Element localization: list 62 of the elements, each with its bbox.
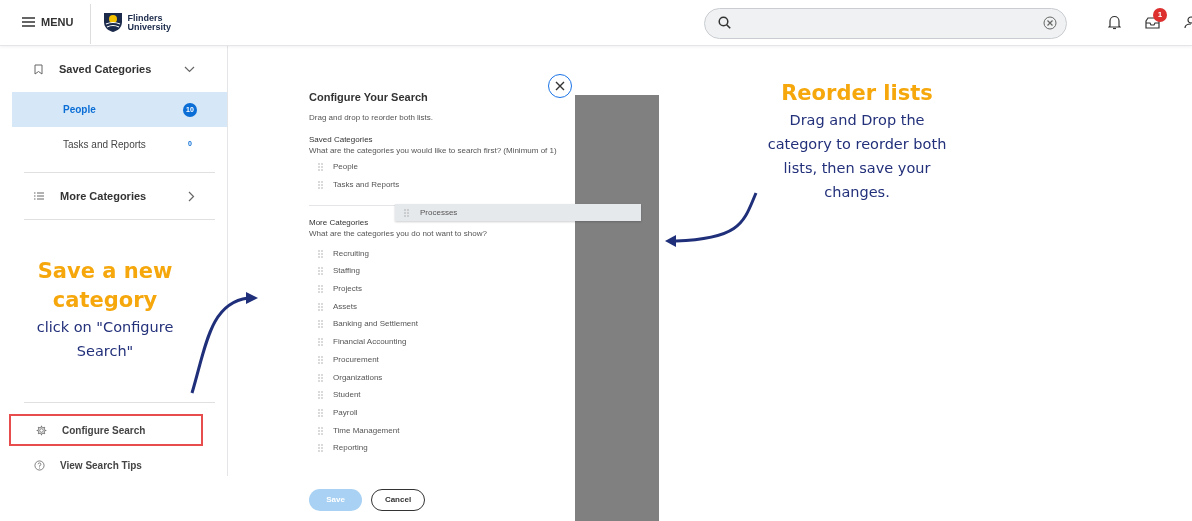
drag-handle-icon[interactable] — [404, 208, 409, 217]
dragged-item[interactable]: Processes — [395, 204, 641, 221]
user-icon[interactable] — [1184, 16, 1192, 30]
drag-handle-icon[interactable] — [318, 444, 323, 453]
instruction-text: Drag and drop to reorder both lists. — [309, 111, 435, 123]
category-row[interactable]: Projects — [309, 280, 575, 298]
close-icon — [555, 81, 565, 91]
drag-handle-icon[interactable] — [318, 302, 323, 311]
drag-handle-icon[interactable] — [318, 391, 323, 400]
dialog-title: Configure Your Search — [309, 90, 429, 105]
section-header[interactable]: Saved Categories — [12, 46, 227, 92]
search-tips-link[interactable]: View Search Tips — [12, 454, 227, 476]
callout-text: click on "Configure Search" — [35, 318, 175, 361]
category-row[interactable]: Staffing — [309, 262, 575, 281]
category-row[interactable]: Payroll — [309, 404, 575, 422]
drag-handle-icon[interactable] — [318, 408, 323, 417]
category-row[interactable]: Recruiting — [309, 244, 575, 263]
category-row[interactable]: Student — [309, 386, 575, 405]
category-row[interactable]: Organizations — [309, 368, 575, 387]
drag-handle-icon[interactable] — [318, 338, 323, 347]
category-row[interactable]: Assets — [309, 297, 575, 316]
category-row[interactable]: Procurement — [309, 351, 575, 369]
configure-search-link[interactable]: Configure Search — [9, 414, 203, 446]
category-row[interactable]: Tasks and Reports — [309, 176, 575, 194]
cancel-button[interactable]: Cancel — [371, 489, 425, 512]
section-header[interactable]: More Categories — [12, 173, 227, 219]
drag-handle-icon[interactable] — [318, 285, 323, 294]
gear-icon — [36, 424, 47, 436]
help-icon — [34, 459, 45, 471]
drag-handle-icon[interactable] — [318, 267, 323, 276]
drag-handle-icon[interactable] — [318, 181, 323, 190]
category-row[interactable]: Reporting — [309, 439, 575, 458]
menu-icon — [22, 17, 35, 27]
bookmark-icon — [34, 63, 43, 75]
category-row[interactable]: Banking and Settlement — [309, 315, 575, 334]
chevron-down-icon — [184, 65, 195, 73]
category-row[interactable]: People — [309, 158, 575, 177]
callout-title: Reorder lists — [780, 80, 934, 107]
section-heading: Saved Categories — [309, 134, 374, 145]
notification-badge: 1 — [1153, 8, 1167, 22]
section-question: What are the categories you do not want to show? — [309, 227, 488, 239]
section-question: What are the categories you would like to search first? (Minimum of 1) — [309, 144, 558, 156]
category-row[interactable]: Time Management — [309, 421, 575, 440]
callout-text: Drag and Drop the category to reorder both lists, then save your changes. — [766, 111, 948, 202]
drag-handle-icon[interactable] — [318, 426, 323, 435]
search-icon — [718, 16, 731, 29]
drag-handle-icon[interactable] — [318, 320, 323, 329]
menu-button[interactable]: MENU — [0, 0, 91, 44]
university-logo[interactable]: Flinders University — [91, 0, 171, 45]
clear-icon[interactable] — [1043, 16, 1057, 30]
search-field[interactable] — [704, 8, 1067, 39]
drag-handle-icon[interactable] — [318, 163, 323, 172]
inbox-icon[interactable] — [1145, 17, 1160, 29]
list-icon — [34, 192, 44, 200]
drag-handle-icon[interactable] — [318, 355, 323, 364]
drag-handle-icon[interactable] — [318, 249, 323, 258]
section-heading: More Categories — [309, 217, 370, 228]
bell-icon[interactable] — [1108, 15, 1121, 30]
callout-title: Save a new category — [36, 258, 174, 314]
drag-handle-icon[interactable] — [318, 373, 323, 382]
chevron-right-icon — [188, 190, 195, 202]
category-row[interactable]: Financial Accounting — [309, 333, 575, 351]
